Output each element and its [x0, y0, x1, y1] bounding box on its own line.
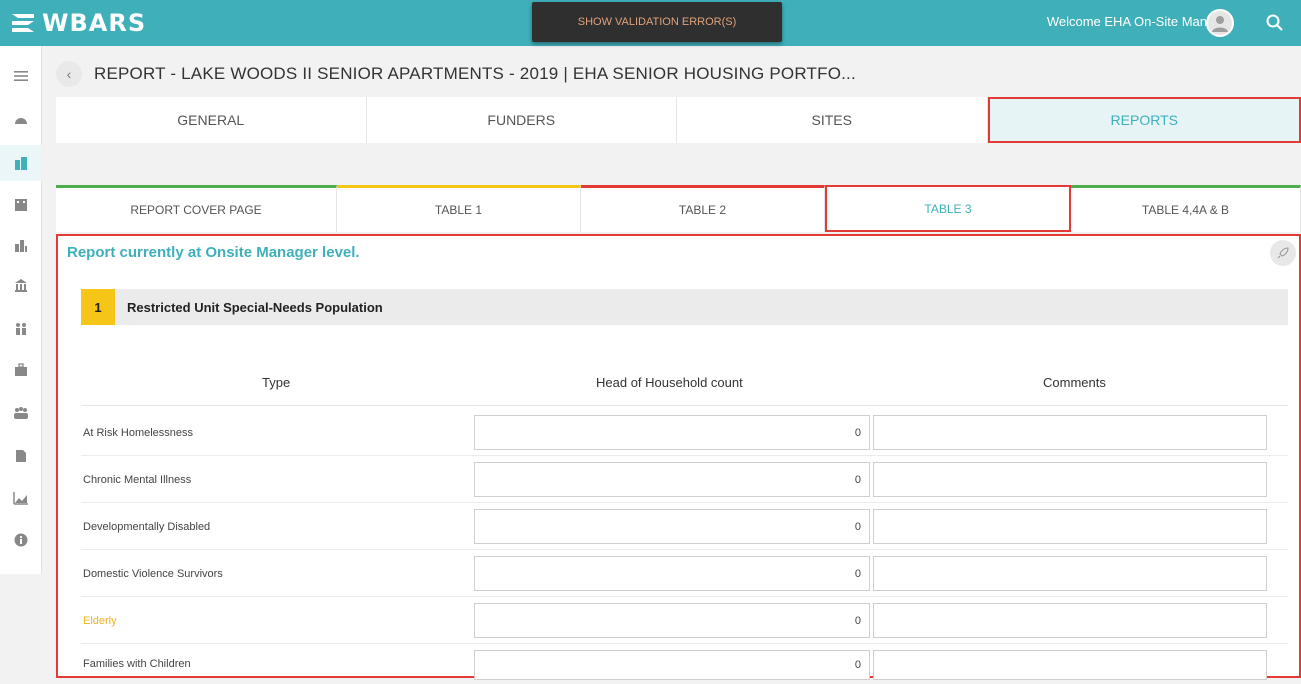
- properties-icon[interactable]: [0, 145, 42, 181]
- column-header-comments: Comments: [1043, 375, 1106, 390]
- users-icon[interactable]: [0, 395, 42, 431]
- comment-input[interactable]: [873, 509, 1267, 544]
- comment-input[interactable]: [873, 415, 1267, 450]
- tab-general[interactable]: GENERAL: [56, 97, 367, 143]
- user-avatar[interactable]: [1206, 9, 1234, 37]
- header-divider: [81, 405, 1288, 406]
- table-row: Chronic Mental Illness 0: [81, 456, 1288, 503]
- row-type-label: Families with Children: [83, 644, 191, 684]
- document-icon[interactable]: [0, 438, 42, 474]
- tab-table-4[interactable]: TABLE 4,4A & B: [1071, 185, 1301, 232]
- briefcase-icon[interactable]: [0, 352, 42, 388]
- row-type-label: At Risk Homelessness: [83, 409, 193, 456]
- tab-table-1[interactable]: TABLE 1: [337, 185, 581, 232]
- bank-icon[interactable]: [0, 267, 42, 303]
- main-tabs: GENERAL FUNDERS SITES REPORTS: [56, 97, 1301, 143]
- buildings-icon[interactable]: [0, 186, 42, 222]
- comment-input[interactable]: [873, 556, 1267, 591]
- user-icon: [1208, 11, 1232, 35]
- tab-reports[interactable]: REPORTS: [988, 97, 1301, 143]
- section-number: 1: [81, 289, 115, 325]
- submit-rocket-button[interactable]: [1270, 240, 1296, 266]
- logo-text: WBARS: [42, 9, 146, 37]
- column-header-count: Head of Household count: [596, 375, 743, 390]
- back-button[interactable]: ‹: [56, 61, 82, 87]
- report-status: Report currently at Onsite Manager level…: [67, 244, 360, 261]
- report-sub-tabs: REPORT COVER PAGE TABLE 1 TABLE 2 TABLE …: [56, 185, 1301, 232]
- chart-icon[interactable]: [0, 480, 42, 516]
- column-header-type: Type: [262, 375, 290, 390]
- people-icon[interactable]: [0, 310, 42, 346]
- row-type-label: Elderly: [83, 597, 117, 644]
- tab-table-2[interactable]: TABLE 2: [581, 185, 825, 232]
- comment-input[interactable]: [873, 603, 1267, 638]
- table-row: Families with Children 0: [81, 644, 1288, 678]
- table-row: Domestic Violence Survivors 0: [81, 550, 1288, 597]
- table-row: At Risk Homelessness 0: [81, 409, 1288, 456]
- table-row: Elderly 0: [81, 597, 1288, 644]
- comment-input[interactable]: [873, 650, 1267, 680]
- city-icon[interactable]: [0, 227, 42, 263]
- row-type-label: Chronic Mental Illness: [83, 456, 191, 503]
- tab-table-3[interactable]: TABLE 3: [825, 185, 1071, 232]
- show-validation-errors-button[interactable]: SHOW VALIDATION ERROR(S): [532, 2, 782, 42]
- dashboard-icon[interactable]: [0, 101, 42, 137]
- info-icon[interactable]: [0, 522, 42, 558]
- row-type-label: Domestic Violence Survivors: [83, 550, 223, 597]
- household-count-input[interactable]: 0: [474, 650, 870, 680]
- tab-funders[interactable]: FUNDERS: [367, 97, 678, 143]
- tab-sites[interactable]: SITES: [677, 97, 988, 143]
- logo-icon: [10, 11, 36, 35]
- rocket-icon: [1276, 246, 1290, 260]
- menu-icon[interactable]: [0, 58, 42, 94]
- household-count-input[interactable]: 0: [474, 603, 870, 638]
- page-header: ‹ REPORT - LAKE WOODS II SENIOR APARTMEN…: [56, 57, 856, 91]
- page-title: REPORT - LAKE WOODS II SENIOR APARTMENTS…: [94, 64, 856, 84]
- section-title: Restricted Unit Special-Needs Population: [127, 300, 383, 315]
- comment-input[interactable]: [873, 462, 1267, 497]
- sidebar: [0, 46, 42, 574]
- section-header: 1 Restricted Unit Special-Needs Populati…: [81, 289, 1288, 325]
- table-row: Developmentally Disabled 0: [81, 503, 1288, 550]
- report-panel: Report currently at Onsite Manager level…: [56, 234, 1301, 678]
- household-count-input[interactable]: 0: [474, 462, 870, 497]
- tab-report-cover-page[interactable]: REPORT COVER PAGE: [56, 185, 337, 232]
- top-bar: WBARS SHOW VALIDATION ERROR(S) Welcome E…: [0, 0, 1301, 46]
- search-icon[interactable]: [1264, 12, 1286, 34]
- row-type-label: Developmentally Disabled: [83, 503, 210, 550]
- household-count-input[interactable]: 0: [474, 556, 870, 591]
- app-logo[interactable]: WBARS: [10, 7, 146, 39]
- household-count-input[interactable]: 0: [474, 415, 870, 450]
- household-count-input[interactable]: 0: [474, 509, 870, 544]
